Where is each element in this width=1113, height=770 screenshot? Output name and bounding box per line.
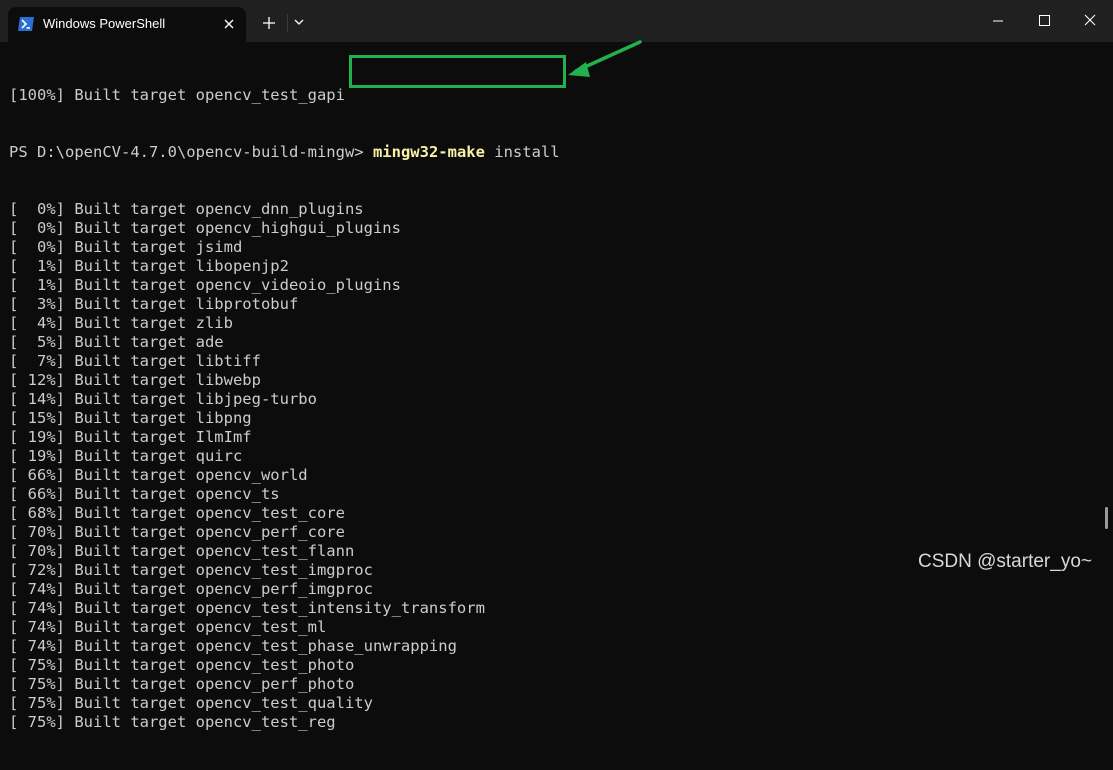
tab-title: Windows PowerShell: [43, 16, 166, 31]
terminal-line: [ 72%] Built target opencv_test_imgproc: [9, 561, 373, 579]
terminal-line: [ 74%] Built target opencv_perf_imgproc: [9, 580, 373, 598]
terminal-line: [ 3%] Built target libprotobuf: [9, 295, 299, 313]
output-lines: [ 0%] Built target opencv_dnn_plugins[ 0…: [9, 200, 560, 732]
powershell-icon: [18, 17, 34, 31]
terminal-line: [ 5%] Built target ade: [9, 333, 224, 351]
scrollbar-thumb[interactable]: [1105, 507, 1108, 529]
command-args: install: [484, 143, 560, 161]
terminal-line: [ 75%] Built target opencv_perf_photo: [9, 675, 355, 693]
command-line: PS D:\openCV-4.7.0\opencv-build-mingw> m…: [9, 143, 560, 162]
terminal-line: [ 4%] Built target zlib: [9, 314, 233, 332]
terminal-output[interactable]: [100%] Built target opencv_test_gapi PS …: [0, 40, 1113, 731]
command-name: mingw32-make: [372, 143, 485, 161]
terminal-line: [ 15%] Built target libpng: [9, 409, 252, 427]
terminal-line: [ 68%] Built target opencv_test_core: [9, 504, 345, 522]
terminal-line: [ 0%] Built target jsimd: [9, 238, 243, 256]
new-tab-plus-icon[interactable]: [260, 14, 278, 32]
title-bar: Windows PowerShell: [0, 0, 1113, 42]
terminal-line: [ 1%] Built target opencv_videoio_plugin…: [9, 276, 401, 294]
terminal-line: [ 75%] Built target opencv_test_photo: [9, 656, 355, 674]
tab-windows-powershell[interactable]: Windows PowerShell: [8, 7, 246, 42]
terminal-line: [ 0%] Built target opencv_highgui_plugin…: [9, 219, 401, 237]
terminal-line: [ 0%] Built target opencv_dnn_plugins: [9, 200, 364, 218]
terminal-line: [ 74%] Built target opencv_test_ml: [9, 618, 327, 636]
terminal-line: [ 75%] Built target opencv_test_reg: [9, 713, 336, 731]
terminal-line: [ 19%] Built target quirc: [9, 447, 243, 465]
terminal-line: [ 12%] Built target libwebp: [9, 371, 261, 389]
terminal-line: [ 7%] Built target libtiff: [9, 352, 261, 370]
terminal-line: [ 70%] Built target opencv_test_flann: [9, 542, 355, 560]
terminal-line: [ 14%] Built target libjpeg-turbo: [9, 390, 317, 408]
terminal-line: [ 19%] Built target IlmImf: [9, 428, 252, 446]
terminal-line: [ 1%] Built target libopenjp2: [9, 257, 289, 275]
terminal-line: [ 74%] Built target opencv_test_phase_un…: [9, 637, 457, 655]
terminal-line: [ 70%] Built target opencv_perf_core: [9, 523, 345, 541]
terminal-line: [ 66%] Built target opencv_ts: [9, 485, 280, 503]
prompt: PS D:\openCV-4.7.0\opencv-build-mingw>: [9, 143, 373, 161]
close-icon[interactable]: [1067, 7, 1113, 35]
minimize-icon[interactable]: [975, 7, 1021, 35]
maximize-icon[interactable]: [1021, 7, 1067, 35]
watermark: CSDN @starter_yo~: [918, 551, 1092, 572]
tab-divider: [287, 14, 288, 32]
close-tab-icon[interactable]: [221, 16, 237, 32]
highlight-box: [349, 55, 566, 88]
terminal-line: [ 75%] Built target opencv_test_quality: [9, 694, 373, 712]
terminal-line: [100%] Built target opencv_test_gapi: [9, 86, 345, 104]
chevron-down-icon[interactable]: [292, 15, 306, 29]
annotation-arrow-icon: [568, 40, 642, 77]
terminal-line: [ 66%] Built target opencv_world: [9, 466, 308, 484]
terminal-line: [ 74%] Built target opencv_test_intensit…: [9, 599, 485, 617]
